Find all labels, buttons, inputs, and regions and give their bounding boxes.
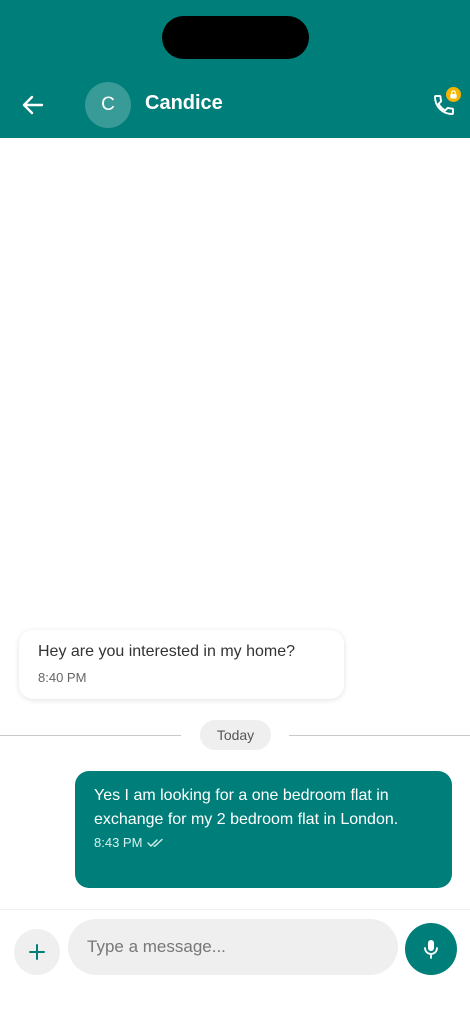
incoming-message[interactable]: Hey are you interested in my home? 8:40 … bbox=[19, 630, 344, 699]
date-divider-line-left bbox=[0, 735, 181, 736]
lock-icon bbox=[450, 90, 457, 99]
voice-message-button[interactable] bbox=[405, 923, 457, 975]
message-text: Yes I am looking for a one bedroom flat … bbox=[94, 787, 399, 828]
date-divider-line-right bbox=[289, 735, 470, 736]
back-button[interactable] bbox=[14, 86, 52, 124]
date-divider-label: Today bbox=[200, 720, 271, 750]
message-time: 8:40 PM bbox=[38, 670, 87, 685]
arrow-left-icon bbox=[22, 95, 44, 115]
message-input[interactable] bbox=[68, 919, 398, 975]
lock-badge bbox=[446, 87, 461, 102]
camera-notch bbox=[162, 16, 309, 59]
plus-icon bbox=[29, 944, 45, 960]
double-check-icon bbox=[147, 838, 164, 847]
chat-header: C Candice bbox=[0, 0, 470, 138]
message-text: Hey are you interested in my home? bbox=[38, 643, 296, 660]
contact-name[interactable]: Candice bbox=[145, 92, 223, 115]
outgoing-message[interactable]: Yes I am looking for a one bedroom flat … bbox=[75, 771, 452, 888]
attach-button[interactable] bbox=[14, 929, 60, 975]
microphone-icon bbox=[424, 940, 438, 959]
contact-avatar[interactable]: C bbox=[85, 82, 131, 128]
message-time: 8:43 PM bbox=[94, 835, 143, 850]
